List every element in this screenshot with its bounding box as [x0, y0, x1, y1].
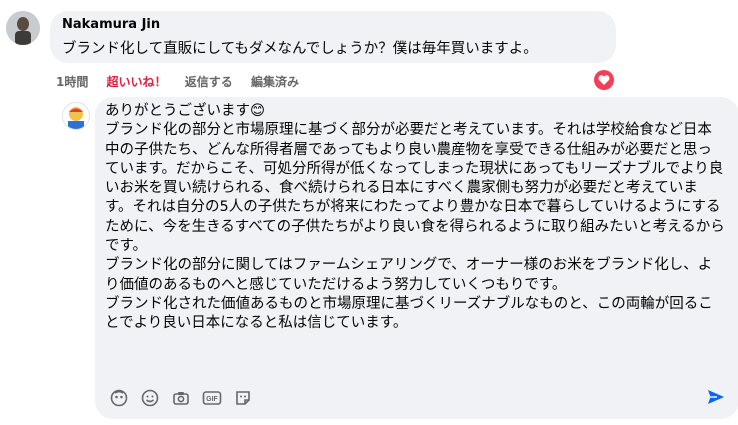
like-button[interactable]: 超いいね！ — [107, 75, 167, 89]
reply-text[interactable]: ありがとうございます😊 ブランド化の部分と市場原理に基づく部分が必要だと考えてい… — [105, 102, 725, 334]
commenter-avatar[interactable] — [6, 11, 40, 45]
love-reaction-icon[interactable] — [594, 70, 614, 90]
reply-toolbar: GIF — [108, 387, 253, 408]
gif-icon[interactable]: GIF — [201, 387, 222, 408]
comment-author[interactable]: Nakamura Jin — [62, 17, 160, 32]
comment-actions: 1時間 超いいね！ 返信する 編集済み — [56, 73, 313, 90]
edited-label: 編集済み — [250, 75, 299, 89]
reply-button[interactable]: 返信する — [185, 75, 233, 89]
emoji-icon[interactable] — [139, 387, 160, 408]
reply-input[interactable]: ありがとうございます😊 ブランド化の部分と市場原理に基づく部分が必要だと考えてい… — [95, 97, 738, 419]
avatar-sticker-icon[interactable] — [108, 387, 129, 408]
gif-label: GIF — [206, 396, 218, 403]
comment-text: ブランド化して直販にしてもダメなんでしょうか？僕は毎年買いますよ。 — [62, 41, 538, 57]
camera-icon[interactable] — [170, 387, 191, 408]
comment-time[interactable]: 1時間 — [56, 75, 88, 89]
comment-bubble: Nakamura Jin ブランド化して直販にしてもダメなんでしょうか？僕は毎年… — [50, 11, 616, 63]
reply-avatar[interactable] — [62, 102, 90, 130]
sticker-icon[interactable] — [232, 387, 253, 408]
send-icon[interactable] — [706, 387, 726, 407]
